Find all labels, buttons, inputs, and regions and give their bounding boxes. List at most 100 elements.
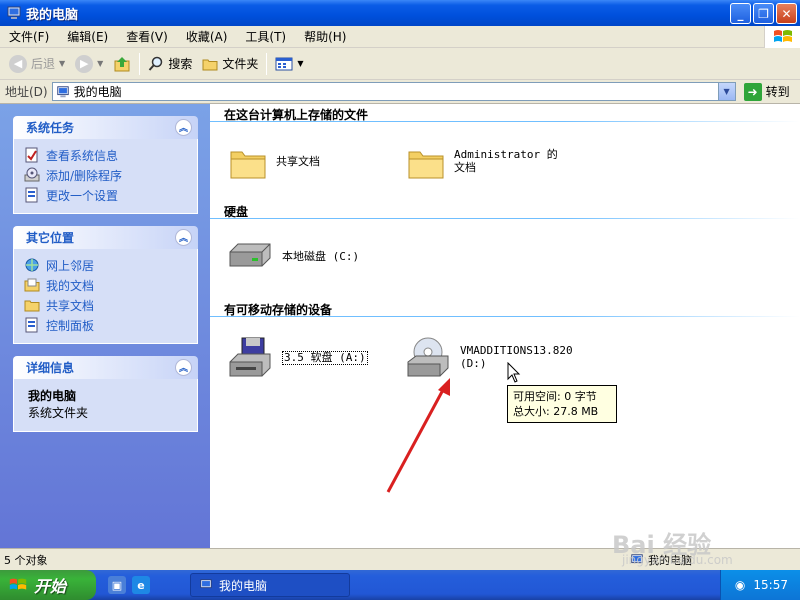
shared-folder-icon (24, 300, 40, 312)
search-icon (149, 56, 163, 71)
control-panel-icon (25, 187, 38, 203)
restore-button[interactable]: ❐ (753, 3, 774, 24)
floppy-a-item[interactable]: 3.5 软盘 (A:) (226, 336, 368, 380)
collapse-icon[interactable]: ︽ (175, 229, 192, 246)
drive-tooltip: 可用空间: 0 字节 总大小: 27.8 MB (507, 385, 617, 423)
place-label: 共享文档 (46, 298, 95, 313)
menu-file[interactable]: 文件(F) (0, 28, 58, 45)
show-desktop-icon[interactable]: ▣ (108, 576, 126, 594)
views-dropdown-icon: ▼ (297, 59, 304, 68)
task-change-setting[interactable]: 更改一个设置 (24, 185, 187, 205)
minimize-button[interactable]: _ (730, 3, 751, 24)
content-area: 在这台计算机上存储的文件 共享文档 Administrator 的文档 硬盘 本… (210, 104, 800, 548)
network-places-icon (25, 258, 39, 272)
system-tray: ◉ 15:57 (720, 570, 800, 600)
item-label: Administrator 的文档 (454, 148, 558, 174)
go-button[interactable]: ➜ 转到 (743, 82, 790, 101)
folder-up-icon (114, 56, 130, 71)
go-arrow-icon: ➜ (743, 82, 762, 101)
system-tasks-header[interactable]: 系统任务 ︽ (13, 116, 198, 139)
system-info-icon (25, 147, 38, 163)
local-disk-c-item[interactable]: 本地磁盘 (C:) (226, 240, 359, 274)
toolbar-separator (139, 52, 141, 75)
close-button[interactable]: ✕ (776, 3, 797, 24)
forward-arrow-icon: ▶ (75, 54, 94, 73)
start-button[interactable]: 开始 (0, 570, 96, 600)
address-value: 我的电脑 (73, 85, 122, 99)
item-label: 3.5 软盘 (A:) (282, 350, 368, 366)
collapse-icon[interactable]: ︽ (175, 359, 192, 376)
tray-status-icon[interactable]: ◉ (735, 578, 745, 592)
my-documents-icon (24, 278, 40, 292)
add-remove-programs-icon (24, 167, 40, 182)
details-panel: 详细信息 ︽ 我的电脑 系统文件夹 (13, 356, 198, 432)
address-dropdown-icon[interactable]: ▼ (717, 83, 735, 100)
task-label: 添加/删除程序 (46, 168, 123, 183)
back-arrow-icon: ◀ (9, 54, 27, 73)
folders-label: 文件夹 (222, 57, 259, 71)
detail-name: 我的电脑 (28, 389, 77, 403)
place-control-panel[interactable]: 控制面板 (24, 315, 187, 335)
place-my-documents[interactable]: 我的文档 (24, 275, 187, 295)
place-label: 我的文档 (46, 278, 95, 293)
task-label: 查看系统信息 (46, 148, 119, 163)
start-label: 开始 (34, 577, 67, 596)
clock[interactable]: 15:57 (753, 578, 788, 592)
mouse-cursor-icon (507, 362, 521, 383)
title-bar[interactable]: 我的电脑 _ ❐ ✕ (0, 0, 800, 26)
other-places-panel: 其它位置 ︽ 网上邻居 我的文档 共享文档 控制面板 (13, 226, 198, 344)
forward-dropdown-icon: ▼ (97, 59, 104, 68)
address-bar: 地址(D) 我的电脑 ▼ ➜ 转到 (0, 80, 800, 104)
toolbar-separator (266, 52, 268, 75)
windows-logo-icon (9, 578, 27, 590)
folder-icon (202, 59, 218, 70)
folder-icon (408, 151, 444, 179)
my-computer-icon (7, 6, 21, 19)
back-button[interactable]: ◀ 后退 ▼ (4, 51, 70, 77)
administrator-documents-item[interactable]: Administrator 的文档 (406, 142, 566, 182)
address-input[interactable]: 我的电脑 ▼ (51, 82, 736, 101)
menu-favorites[interactable]: 收藏(A) (177, 28, 237, 45)
menu-help[interactable]: 帮助(H) (295, 28, 355, 45)
folder-icon (230, 151, 266, 179)
tooltip-free-space: 可用空间: 0 字节 (513, 390, 597, 403)
my-computer-icon (56, 85, 69, 97)
place-shared-documents[interactable]: 共享文档 (24, 295, 187, 315)
group-divider (210, 218, 800, 219)
detail-type: 系统文件夹 (28, 406, 89, 420)
other-places-header[interactable]: 其它位置 ︽ (13, 226, 198, 249)
folders-button[interactable]: 文件夹 (197, 51, 263, 77)
group-divider (210, 121, 800, 122)
task-pane: 系统任务 ︽ 查看系统信息 添加/删除程序 更改一个设置 其它位置 ︽ 网上邻居… (0, 104, 210, 548)
internet-explorer-icon[interactable]: e (132, 576, 150, 594)
window-title: 我的电脑 (26, 7, 79, 23)
system-tasks-title: 系统任务 (26, 121, 75, 135)
floppy-drive-icon (229, 337, 271, 377)
task-view-system-info[interactable]: 查看系统信息 (24, 145, 187, 165)
group-divider (210, 316, 800, 317)
watermark-url: jingyan.baidu.com (622, 553, 733, 567)
task-add-remove-programs[interactable]: 添加/删除程序 (24, 165, 187, 185)
up-button[interactable] (108, 51, 136, 77)
search-button[interactable]: 搜索 (143, 51, 197, 77)
menu-view[interactable]: 查看(V) (117, 28, 177, 45)
item-label: 共享文档 (276, 154, 320, 168)
collapse-icon[interactable]: ︽ (175, 119, 192, 136)
place-label: 网上邻居 (46, 258, 95, 273)
back-label: 后退 (31, 57, 56, 71)
search-label: 搜索 (168, 57, 193, 71)
details-title: 详细信息 (26, 361, 75, 375)
details-header[interactable]: 详细信息 ︽ (13, 356, 198, 379)
place-network[interactable]: 网上邻居 (24, 255, 187, 275)
system-tasks-panel: 系统任务 ︽ 查看系统信息 添加/删除程序 更改一个设置 (13, 116, 198, 214)
menu-tools[interactable]: 工具(T) (236, 28, 295, 45)
shared-documents-item[interactable]: 共享文档 (228, 142, 320, 182)
toolbar: ◀ 后退 ▼ ▶ ▼ 搜索 文件夹 ▼ (0, 48, 800, 80)
tooltip-total-size: 总大小: 27.8 MB (513, 405, 599, 418)
menu-bar: 文件(F) 编辑(E) 查看(V) 收藏(A) 工具(T) 帮助(H) (0, 26, 800, 48)
my-computer-icon (200, 579, 212, 589)
forward-button[interactable]: ▶ ▼ (70, 51, 108, 77)
menu-edit[interactable]: 编辑(E) (58, 28, 117, 45)
taskbar-my-computer[interactable]: 我的电脑 (190, 573, 350, 597)
views-button[interactable]: ▼ (270, 51, 308, 77)
